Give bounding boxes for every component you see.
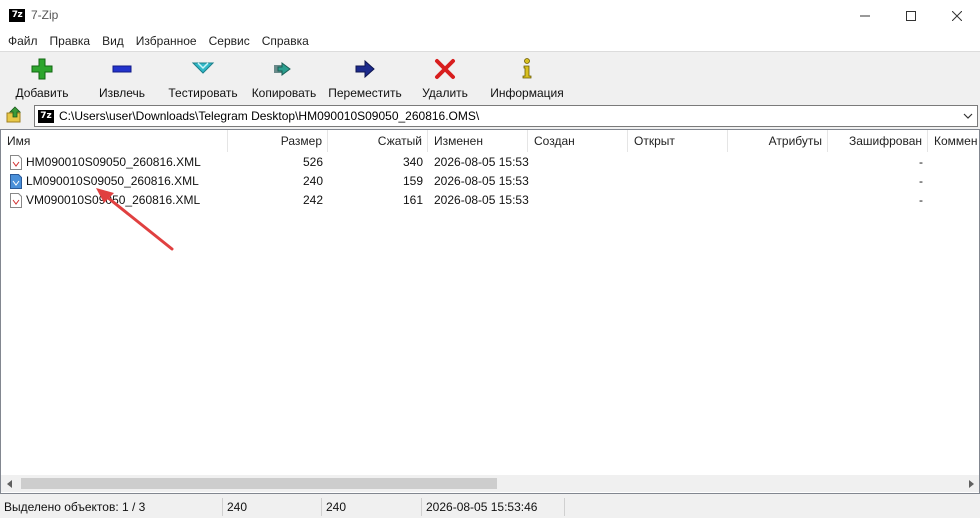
minimize-button[interactable] [842, 0, 888, 32]
menu-help[interactable]: Справка [256, 32, 315, 51]
file-encrypted: - [919, 193, 923, 207]
file-encrypted: - [919, 155, 923, 169]
delete-button[interactable]: Удалить [416, 52, 474, 102]
horizontal-scrollbar[interactable] [1, 475, 979, 492]
col-header-name[interactable]: Имя [1, 130, 228, 152]
extract-label: Извлечь [98, 86, 145, 100]
col-header-modified[interactable]: Изменен [428, 130, 528, 152]
test-label: Тестировать [168, 86, 238, 100]
file-list: Имя Размер Сжатый Изменен Создан Открыт … [0, 129, 980, 494]
chevron-right-icon [968, 479, 974, 488]
file-size: 242 [302, 193, 323, 207]
col-header-attributes[interactable]: Атрибуты [728, 130, 828, 152]
info-button[interactable]: Информация [486, 52, 568, 102]
col-header-encrypted[interactable]: Зашифрован [828, 130, 928, 152]
file-packed: 161 [402, 193, 423, 207]
delete-x-icon [435, 59, 455, 79]
maximize-icon [906, 11, 916, 21]
file-size: 240 [302, 174, 323, 188]
title-bar: 7z 7-Zip [0, 0, 980, 32]
file-packed: 159 [402, 174, 423, 188]
status-bar: Выделено объектов: 1 / 3 240 240 2026-08… [0, 495, 980, 518]
move-arrow-icon [355, 59, 375, 79]
file-name: VM090010S09050_260816.XML [26, 193, 201, 207]
file-modified: 2026-08-05 15:53 [434, 193, 529, 207]
move-label: Переместить [328, 86, 402, 100]
status-selected-count: Выделено объектов: 1 / 3 [4, 500, 146, 514]
plus-icon [31, 58, 53, 80]
scroll-left-button[interactable] [1, 475, 18, 492]
scroll-right-button[interactable] [962, 475, 979, 492]
menu-view[interactable]: Вид [96, 32, 130, 51]
maximize-button[interactable] [888, 0, 934, 32]
file-size: 526 [302, 155, 323, 169]
add-button[interactable]: Добавить [8, 52, 76, 102]
menu-favorites[interactable]: Избранное [130, 32, 203, 51]
status-empty [564, 498, 980, 516]
folder-up-icon [6, 106, 21, 123]
file-name: HM090010S09050_260816.XML [26, 155, 201, 169]
scrollbar-thumb[interactable] [21, 478, 497, 489]
info-label: Информация [490, 86, 564, 100]
file-modified: 2026-08-05 15:53 [434, 155, 529, 169]
delete-label: Удалить [422, 86, 468, 100]
minus-icon [112, 65, 132, 73]
close-button[interactable] [934, 0, 980, 32]
test-check-icon [191, 62, 215, 74]
archive-icon: 7z [38, 110, 54, 123]
file-modified: 2026-08-05 15:53 [434, 174, 529, 188]
col-header-comment[interactable]: Коммен [928, 130, 979, 152]
col-header-accessed[interactable]: Открыт [628, 130, 728, 152]
xml-file-icon-selected [10, 174, 22, 189]
table-row[interactable]: LM090010S09050_260816.XML 240 159 2026-0… [1, 172, 979, 191]
status-packed: 240 [321, 498, 417, 516]
7zip-app-icon: 7z [9, 9, 25, 22]
up-folder-button[interactable] [6, 106, 24, 124]
table-row[interactable]: VM090010S09050_260816.XML 242 161 2026-0… [1, 191, 979, 210]
col-header-packed[interactable]: Сжатый [328, 130, 428, 152]
copy-arrow-icon [274, 62, 291, 76]
column-header-row: Имя Размер Сжатый Изменен Создан Открыт … [1, 130, 979, 152]
file-name: LM090010S09050_260816.XML [26, 174, 199, 188]
menu-bar: Файл Правка Вид Избранное Сервис Справка [0, 32, 980, 51]
close-icon [952, 11, 962, 21]
info-icon [522, 58, 532, 79]
xml-file-icon [10, 193, 22, 208]
minimize-icon [860, 15, 870, 17]
file-packed: 340 [402, 155, 423, 169]
test-button[interactable]: Тестировать [166, 52, 240, 102]
status-modified: 2026-08-05 15:53:46 [421, 498, 561, 516]
window-title: 7-Zip [31, 8, 59, 22]
col-header-created[interactable]: Создан [528, 130, 628, 152]
copy-label: Копировать [251, 86, 317, 100]
menu-edit[interactable]: Правка [44, 32, 97, 51]
status-size: 240 [222, 498, 318, 516]
file-encrypted: - [919, 174, 923, 188]
address-path: C:\Users\user\Downloads\Telegram Desktop… [59, 109, 480, 123]
menu-file[interactable]: Файл [2, 32, 44, 51]
xml-file-icon [10, 155, 22, 170]
address-bar[interactable]: 7z C:\Users\user\Downloads\Telegram Desk… [34, 105, 978, 127]
address-row: 7z C:\Users\user\Downloads\Telegram Desk… [0, 103, 980, 128]
col-header-size[interactable]: Размер [228, 130, 328, 152]
chevron-down-icon[interactable] [961, 109, 975, 123]
table-row[interactable]: HM090010S09050_260816.XML 526 340 2026-0… [1, 153, 979, 172]
menu-tools[interactable]: Сервис [203, 32, 256, 51]
chevron-left-icon [6, 479, 12, 488]
copy-button[interactable]: Копировать [248, 52, 320, 102]
toolbar: Добавить Извлечь Тестировать Копировать … [0, 51, 980, 103]
add-label: Добавить [15, 86, 69, 100]
extract-button[interactable]: Извлечь [88, 52, 156, 102]
move-button[interactable]: Переместить [326, 52, 404, 102]
